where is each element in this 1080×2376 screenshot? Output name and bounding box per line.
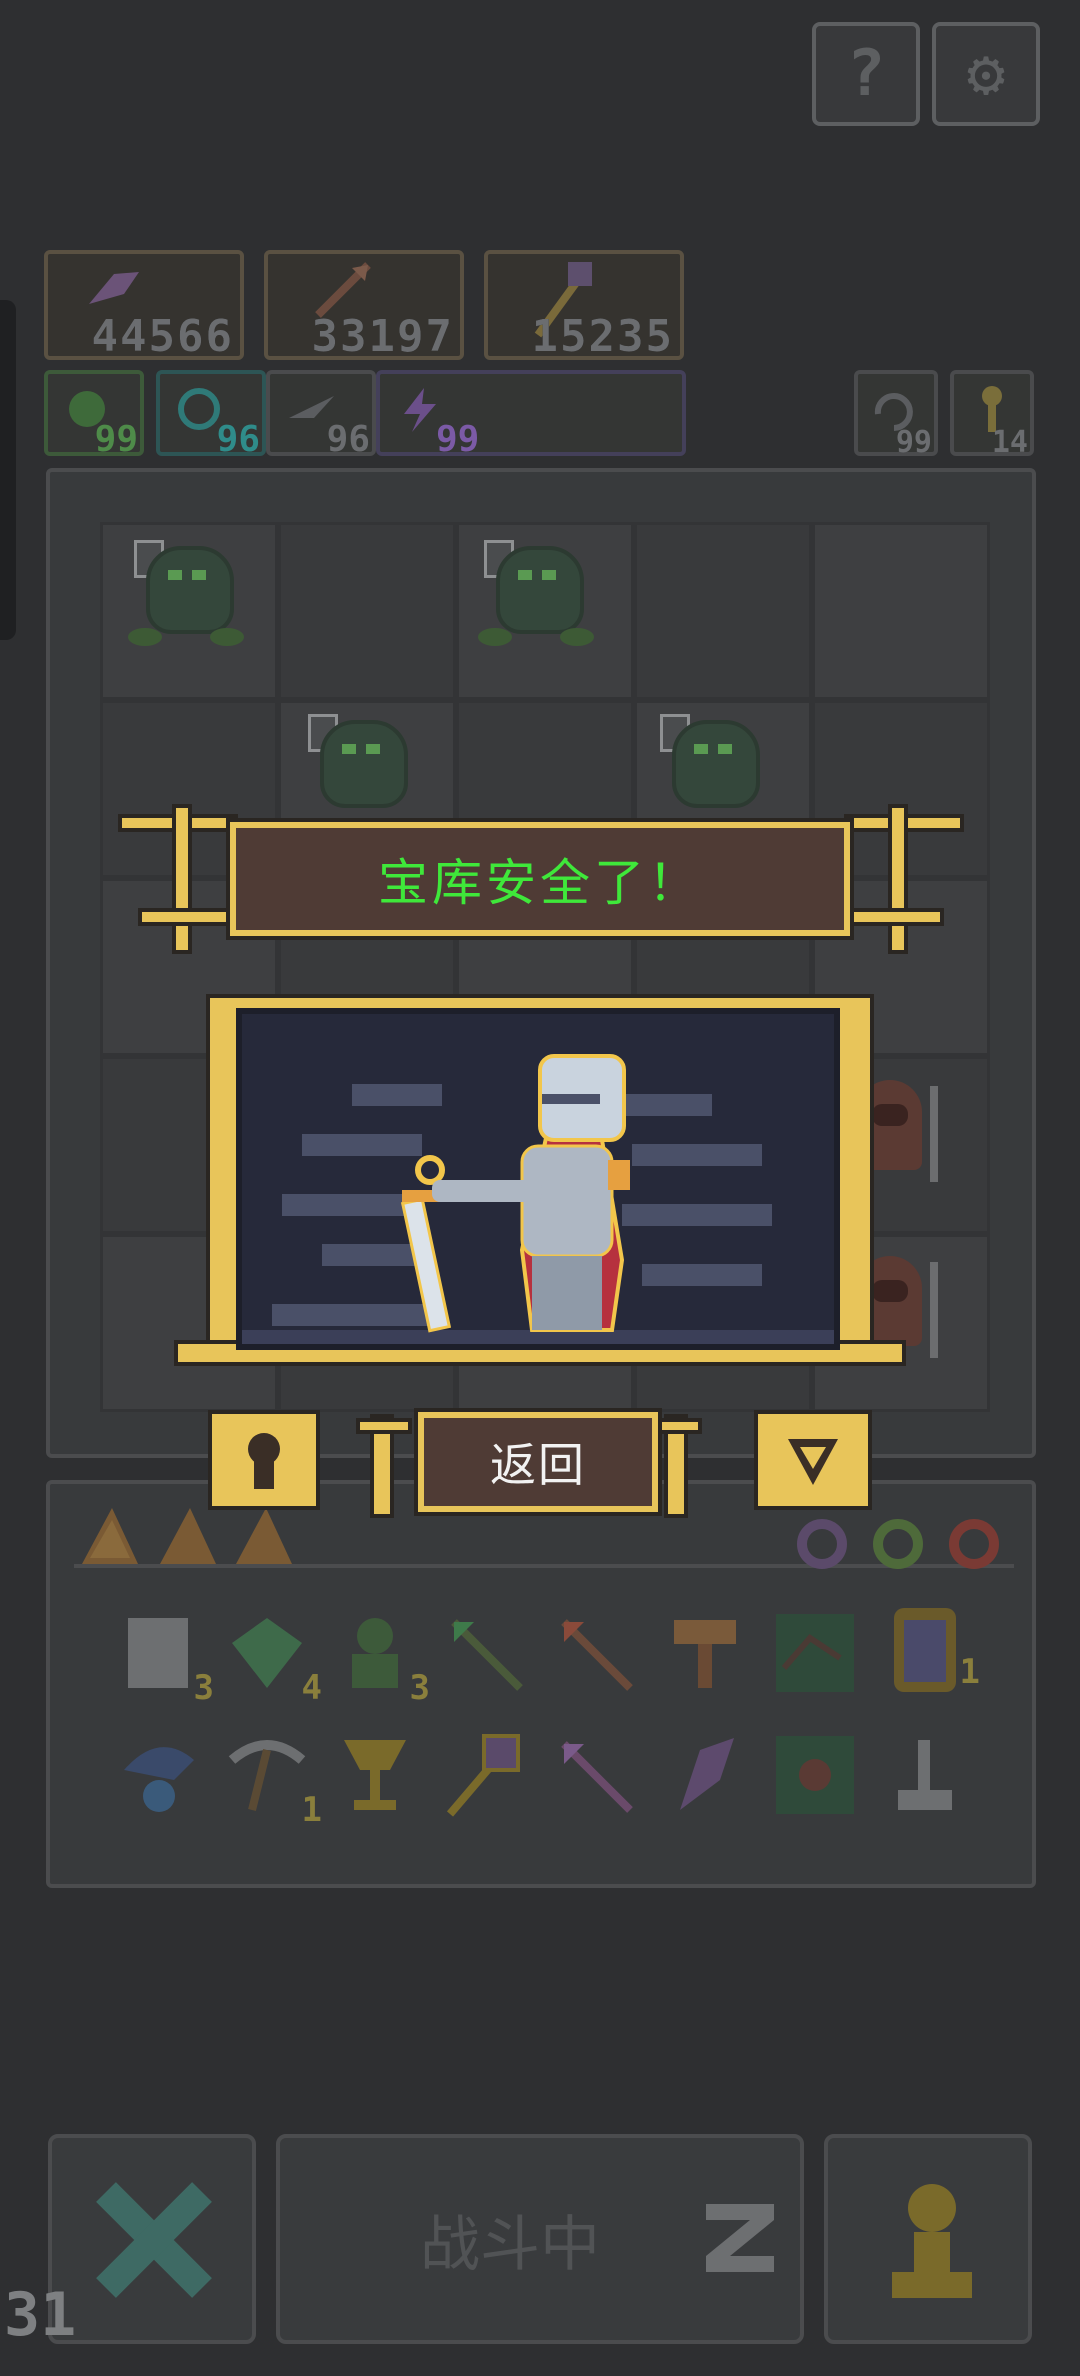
owl-guardian[interactable] <box>300 710 420 820</box>
gem-count: 99 <box>436 419 480 460</box>
red-arrow-icon <box>561 1619 633 1691</box>
back-button[interactable]: 返回 <box>414 1408 662 1516</box>
back-button-label: 返回 <box>490 1438 586 1492</box>
map-icon <box>776 1736 854 1814</box>
owl-guardian[interactable] <box>476 536 596 646</box>
gear-icon: ⚙ <box>966 37 1006 111</box>
scroll-icon <box>128 1618 188 1688</box>
hero-profile-button[interactable] <box>208 1410 320 1510</box>
guild-shield-button[interactable] <box>754 1410 872 1510</box>
banner-ornament-left-post <box>172 804 192 954</box>
inventory-item-map-red[interactable] <box>770 1730 860 1820</box>
help-button[interactable]: ? <box>812 22 920 126</box>
sort-tab-icon[interactable] <box>236 1508 296 1568</box>
side-drawer-tab[interactable] <box>0 300 16 640</box>
hero-button[interactable] <box>824 2134 1032 2344</box>
board-cell[interactable] <box>812 522 990 700</box>
resource-staff: 15235 <box>484 250 684 362</box>
purple-feather-icon <box>680 1738 734 1810</box>
inventory-item-gold-staff[interactable] <box>440 1730 530 1820</box>
inventory-item-map[interactable] <box>770 1608 860 1698</box>
stand-icon <box>898 1740 952 1810</box>
board-cell[interactable] <box>634 522 812 700</box>
inventory-item-pickaxe[interactable]: 1 <box>222 1730 322 1830</box>
gem-count: 99 <box>94 419 138 460</box>
refresh-counter[interactable]: 99 <box>854 370 938 460</box>
pickaxe-icon <box>228 1740 306 1811</box>
item-count: 3 <box>193 1668 214 1708</box>
key-counter[interactable]: 14 <box>950 370 1034 460</box>
item-count: 3 <box>409 1668 430 1708</box>
back-ornament-left-bar <box>356 1418 412 1434</box>
purple-arrow-icon <box>561 1741 633 1813</box>
resource-value: 15235 <box>531 311 674 362</box>
banner-title: 宝库安全了！ <box>378 854 702 912</box>
sort-tab-icon[interactable] <box>82 1508 142 1568</box>
inventory-item-green-gem[interactable]: 4 <box>222 1608 322 1708</box>
inventory-item-stand[interactable] <box>880 1730 970 1820</box>
gem-slot-teal: 96 <box>156 370 266 460</box>
inventory-item-green-arrow[interactable] <box>440 1608 530 1698</box>
inventory-item-scroll[interactable]: 3 <box>114 1608 214 1708</box>
item-count: 1 <box>301 1790 322 1830</box>
gem-slot-grey: 96 <box>266 370 376 460</box>
owl-guardian[interactable] <box>126 536 246 646</box>
green-arrow-icon <box>451 1619 523 1691</box>
gem-slot-green: 99 <box>44 370 144 460</box>
inventory-item-green-figure[interactable]: 3 <box>330 1608 430 1708</box>
feather-icon <box>89 272 139 304</box>
knight-scene <box>236 1008 840 1350</box>
green-gem-icon <box>232 1618 302 1688</box>
banner-ornament-left-lower <box>138 908 238 926</box>
inventory-item-purple-feather[interactable] <box>660 1730 750 1820</box>
question-icon: ? <box>846 37 886 111</box>
item-count: 1 <box>959 1652 980 1692</box>
banner-ornament-right-post <box>888 804 908 954</box>
blue-hat-icon <box>124 1747 194 1812</box>
gem-count: 96 <box>326 419 370 460</box>
gem-slot-purple: 99 <box>376 370 686 460</box>
corner-counter: 31 <box>4 2280 77 2350</box>
inventory-item-purple-arrow[interactable] <box>550 1730 640 1820</box>
shield-heart-icon <box>788 1439 838 1485</box>
sort-tab-icon[interactable] <box>160 1508 220 1568</box>
inventory-item-hammer[interactable] <box>660 1608 750 1698</box>
inventory-item-red-arrow[interactable] <box>550 1608 640 1698</box>
battle-status-button[interactable]: 战斗中 <box>276 2134 804 2344</box>
vault-safe-banner: 宝库安全了！ <box>226 818 854 940</box>
item-count: 4 <box>301 1668 322 1708</box>
refresh-count: 99 <box>895 425 932 460</box>
board-cell[interactable] <box>278 522 456 700</box>
keyhole-icon <box>248 1433 280 1489</box>
gem-count: 96 <box>216 419 260 460</box>
resource-feather: 44566 <box>44 250 244 362</box>
hammer-icon <box>674 1620 736 1688</box>
resource-arrow: 33197 <box>264 250 464 362</box>
sleep-z-icon <box>706 2204 774 2272</box>
gold-staff-icon <box>446 1734 520 1817</box>
inventory-item-blue-hat[interactable] <box>114 1730 204 1820</box>
green-ring-icon[interactable] <box>868 1512 928 1572</box>
resource-value: 33197 <box>311 311 454 362</box>
banner-ornament-right-lower <box>844 908 944 926</box>
key-count: 14 <box>991 425 1028 460</box>
pawn-icon <box>892 2184 972 2298</box>
red-ring-icon[interactable] <box>944 1512 1004 1572</box>
potion-icon <box>894 1608 956 1692</box>
close-icon <box>96 2182 212 2298</box>
green-figure-icon <box>352 1618 398 1688</box>
goblet-icon <box>344 1740 406 1810</box>
purple-ring-icon[interactable] <box>792 1512 852 1572</box>
battle-status-label: 战斗中 <box>420 2209 600 2280</box>
owl-guardian[interactable] <box>652 710 772 820</box>
settings-button[interactable]: ⚙ <box>932 22 1040 126</box>
inventory-item-goblet[interactable] <box>330 1730 420 1820</box>
inventory-item-potion[interactable]: 1 <box>880 1600 980 1692</box>
knight-sprite <box>400 1054 630 1333</box>
resource-value: 44566 <box>91 311 234 362</box>
map-icon <box>776 1614 854 1692</box>
cancel-battle-button[interactable] <box>48 2134 256 2344</box>
